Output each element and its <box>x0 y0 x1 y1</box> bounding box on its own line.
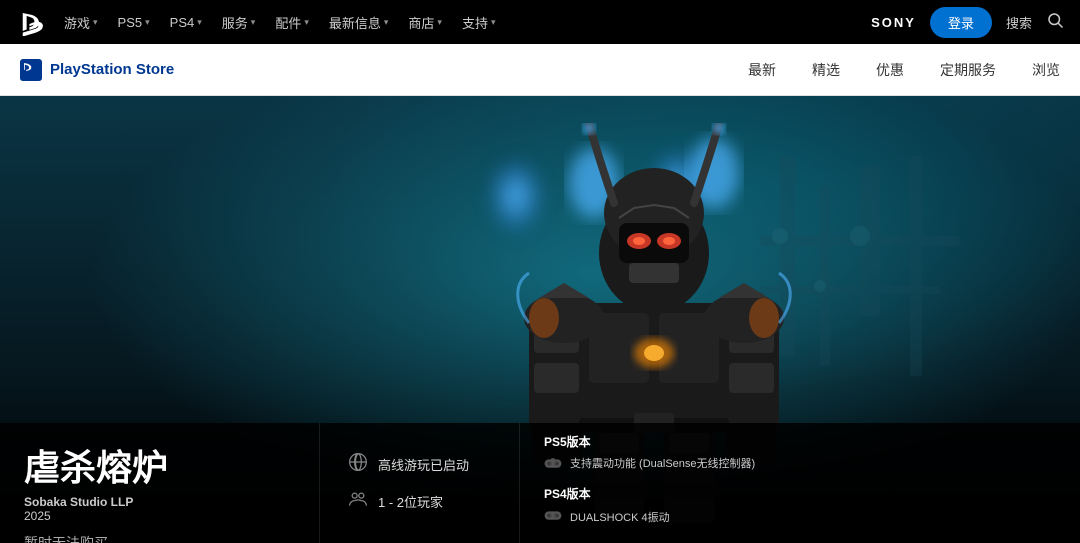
top-navigation: 游戏 ▾ PS5 ▾ PS4 ▾ 服务 ▾ 配件 ▾ 最新信息 ▾ 商店 ▾ 支… <box>0 0 1080 44</box>
online-icon <box>348 452 368 477</box>
nav-item-news[interactable]: 最新信息 ▾ <box>329 13 389 32</box>
chevron-down-icon: ▾ <box>197 17 202 28</box>
login-button[interactable]: 登录 <box>930 7 992 38</box>
ps4-feature-row: DUALSHOCK 4振动 <box>544 508 755 525</box>
nav-item-accessories[interactable]: 配件 ▾ <box>275 13 309 32</box>
nav-item-support[interactable]: 支持 ▾ <box>462 13 496 32</box>
dualshock-icon <box>544 508 562 525</box>
nav-item-ps4[interactable]: PS4 ▾ <box>170 15 202 30</box>
nav-item-shop[interactable]: 商店 ▾ <box>408 13 442 32</box>
store-brand[interactable]: PlayStation Store <box>20 59 174 81</box>
game-year: 2025 <box>24 509 295 523</box>
store-menu-browse[interactable]: 浏览 <box>1032 60 1060 80</box>
chevron-down-icon: ▾ <box>145 17 150 28</box>
store-menu-latest[interactable]: 最新 <box>748 60 776 80</box>
online-label: 高线游玩已启动 <box>378 455 469 474</box>
chevron-down-icon: ▾ <box>304 17 309 28</box>
ps5-feature-text: 支持震动功能 (DualSense无线控制器) <box>570 457 755 471</box>
ps4-feature-text: DUALSHOCK 4振动 <box>570 509 670 525</box>
nav-item-games[interactable]: 游戏 ▾ <box>64 13 98 32</box>
game-info-mid: 高线游玩已启动 1 - 2位玩家 <box>320 423 520 543</box>
ps5-feature-row: 支持震动功能 (DualSense无线控制器) <box>544 456 755 473</box>
game-info-left: 虐杀熔炉 Sobaka Studio LLP 2025 暂时无法购买 <box>0 423 320 543</box>
top-nav-left: 游戏 ▾ PS5 ▾ PS4 ▾ 服务 ▾ 配件 ▾ 最新信息 ▾ 商店 ▾ 支… <box>16 8 496 36</box>
hero-section: 虐杀熔炉 Sobaka Studio LLP 2025 暂时无法购买 高线游玩已… <box>0 96 1080 543</box>
chevron-down-icon: ▾ <box>251 17 256 28</box>
ps5-version-label: PS5版本 <box>544 433 755 450</box>
playstation-logo-icon[interactable] <box>16 8 44 36</box>
top-nav-right: SONY 登录 搜索 <box>871 7 1064 38</box>
chevron-down-icon: ▾ <box>384 17 389 28</box>
chevron-down-icon: ▾ <box>437 17 442 28</box>
search-label[interactable]: 搜索 <box>1006 13 1032 32</box>
game-studio: Sobaka Studio LLP <box>24 495 295 509</box>
store-brand-text: PlayStation Store <box>50 61 174 78</box>
online-info-row: 高线游玩已启动 <box>348 452 491 477</box>
search-icon[interactable] <box>1046 11 1064 34</box>
chevron-down-icon: ▾ <box>491 17 496 28</box>
nav-item-ps5[interactable]: PS5 ▾ <box>118 15 150 30</box>
store-navigation: PlayStation Store 最新 精选 优惠 定期服务 浏览 <box>0 44 1080 96</box>
chevron-down-icon: ▾ <box>93 17 98 28</box>
playstation-store-icon <box>20 59 42 81</box>
store-menu-subscription[interactable]: 定期服务 <box>940 60 996 80</box>
store-menu-featured[interactable]: 精选 <box>812 60 840 80</box>
store-menu: 最新 精选 优惠 定期服务 浏览 <box>748 60 1060 80</box>
sony-logo: SONY <box>871 15 916 30</box>
game-title: 虐杀熔炉 <box>24 439 295 491</box>
dualsense-icon <box>544 456 562 473</box>
players-info-row: 1 - 2位玩家 <box>348 489 491 514</box>
nav-item-services[interactable]: 服务 ▾ <box>222 13 256 32</box>
players-icon <box>348 489 368 514</box>
players-label: 1 - 2位玩家 <box>378 492 443 511</box>
game-unavailable-text: 暂时无法购买 <box>24 533 295 543</box>
ps4-version-label: PS4版本 <box>544 485 755 502</box>
store-menu-deals[interactable]: 优惠 <box>876 60 904 80</box>
game-info-right: PS5版本 支持震动功能 (DualSense无线控制器) PS4版本 <box>520 423 779 543</box>
hero-info-overlay: 虐杀熔炉 Sobaka Studio LLP 2025 暂时无法购买 高线游玩已… <box>0 423 1080 543</box>
